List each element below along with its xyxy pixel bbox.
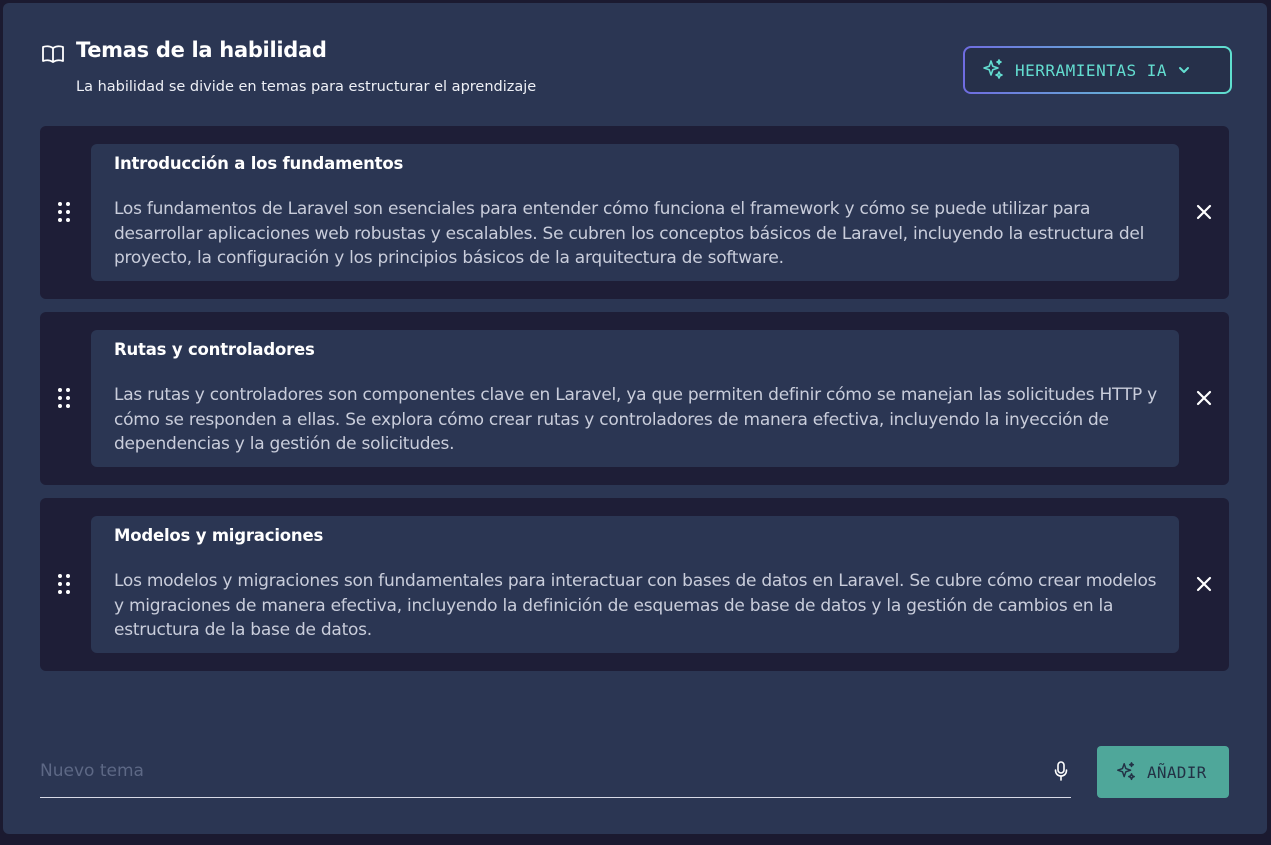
ai-tools-button[interactable]: HERRAMIENTAS IA <box>963 46 1232 94</box>
topic-description: Los fundamentos de Laravel son esenciale… <box>114 199 1145 268</box>
remove-topic-icon[interactable] <box>1195 389 1213 407</box>
topic-card: Rutas y controladores Las rutas y contro… <box>40 312 1229 485</box>
topic-content[interactable]: Rutas y controladores Las rutas y contro… <box>91 330 1179 467</box>
topic-content[interactable]: Introducción a los fundamentos Los funda… <box>91 144 1179 281</box>
topic-card: Modelos y migraciones Los modelos y migr… <box>40 498 1229 671</box>
topic-description: Las rutas y controladores son componente… <box>114 385 1157 454</box>
topic-description: Los modelos y migraciones son fundamenta… <box>114 571 1157 640</box>
chevron-down-icon <box>1179 67 1189 73</box>
remove-topic-icon[interactable] <box>1195 575 1213 593</box>
drag-handle-icon[interactable] <box>56 573 72 595</box>
add-topic-label: AÑADIR <box>1147 762 1207 782</box>
section-subtitle: La habilidad se divide en temas para est… <box>76 79 537 95</box>
ai-tools-label: HERRAMIENTAS IA <box>1015 60 1167 80</box>
new-topic-field <box>40 748 1071 798</box>
microphone-icon[interactable] <box>1053 760 1069 782</box>
topic-card: Introducción a los fundamentos Los funda… <box>40 126 1229 299</box>
drag-handle-icon[interactable] <box>56 201 72 223</box>
remove-topic-icon[interactable] <box>1195 203 1213 221</box>
section-title: Temas de la habilidad <box>76 38 327 62</box>
drag-handle-icon[interactable] <box>56 387 72 409</box>
add-topic-button[interactable]: AÑADIR <box>1097 746 1229 798</box>
sparkles-icon <box>1117 762 1135 781</box>
topic-title: Modelos y migraciones <box>114 526 324 545</box>
topic-title: Rutas y controladores <box>114 340 315 359</box>
new-topic-input[interactable] <box>40 756 1020 786</box>
topic-content[interactable]: Modelos y migraciones Los modelos y migr… <box>91 516 1179 653</box>
book-open-icon <box>42 45 64 63</box>
sparkles-icon <box>983 59 1003 79</box>
topic-title: Introducción a los fundamentos <box>114 154 404 173</box>
